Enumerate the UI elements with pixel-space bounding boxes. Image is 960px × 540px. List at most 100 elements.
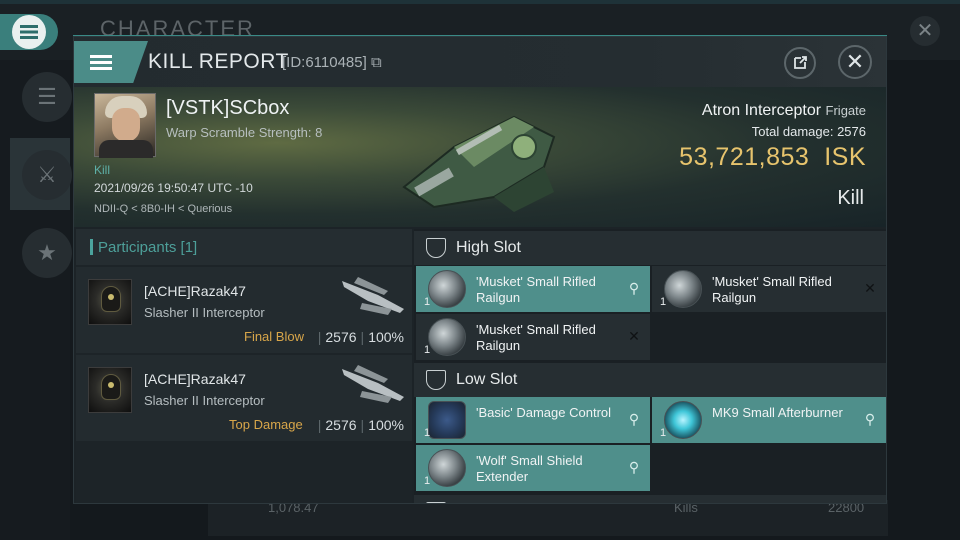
item-quantity: 1 [424, 475, 431, 487]
item-name: 'Musket' Small Rifled Railgun [476, 274, 596, 305]
participants-count: [1] [180, 239, 198, 256]
menu-button[interactable] [74, 41, 148, 83]
low-slot-label: Low Slot [456, 371, 518, 388]
item-name: 'Basic' Damage Control [476, 405, 612, 420]
low-slot-header: Low Slot [414, 363, 886, 397]
participant-damage: 2576 [325, 417, 357, 433]
dropped-icon: ⚲ [628, 411, 640, 427]
dropped-icon: ⚲ [628, 280, 640, 296]
kill-report-modal: KILL REPORT [ID:6110485] ⧉ ✕ [VSTK]SCbox… [73, 36, 887, 504]
crossed-swords-icon[interactable]: ⚔ [22, 150, 72, 200]
participant-ship: Slasher II Interceptor [144, 305, 265, 320]
report-id[interactable]: [ID:6110485] ⧉ [282, 54, 382, 71]
damage-control-icon [428, 401, 466, 439]
participant-name: [ACHE]Razak47 [144, 283, 246, 299]
copy-icon[interactable]: ⧉ [371, 54, 382, 71]
next-slot-header [414, 495, 886, 503]
high-slot-icon [426, 238, 446, 258]
high-slot-label: High Slot [456, 239, 521, 256]
shield-extender-icon [428, 449, 466, 487]
item-quantity: 1 [424, 296, 431, 308]
participant-name: [ACHE]Razak47 [144, 371, 246, 387]
total-damage-label: Total damage: [751, 124, 834, 139]
total-damage-value: 2576 [837, 124, 866, 139]
kill-tag: Kill [94, 163, 111, 177]
destroyed-icon: ✕ [864, 280, 876, 296]
participant-damage: 2576 [325, 329, 357, 345]
item-quantity: 1 [424, 344, 431, 356]
participant-row[interactable]: [ACHE]Razak47 Slasher II Interceptor Top… [76, 355, 412, 441]
fitting-panel: High Slot 1 'Musket' Small Rifled Railgu… [414, 229, 886, 503]
afterburner-icon [664, 401, 702, 439]
victim-portrait[interactable] [94, 93, 156, 158]
list-icon[interactable]: ☰ [22, 72, 72, 122]
participants-header-bar [90, 239, 93, 255]
participant-percent: 100% [368, 329, 404, 345]
ship-image [342, 277, 404, 315]
item-quantity: 1 [424, 427, 431, 439]
top-damage-tag: Top Damage [229, 417, 303, 432]
ship-image[interactable] [394, 97, 564, 217]
close-icon: ✕ [845, 49, 865, 74]
item-name: 'Musket' Small Rifled Railgun [712, 274, 832, 305]
star-icon[interactable]: ★ [22, 228, 72, 278]
background-bottom-bar: 1,078.47 Kills 22800 [208, 500, 888, 536]
victim-banner: [VSTK]SCbox Warp Scramble Strength: 8 Ki… [74, 87, 886, 227]
item-name: 'Musket' Small Rifled Railgun [476, 322, 596, 353]
slot-icon [426, 502, 446, 503]
kill-location[interactable]: NDII-Q < 8B0-IH < Querious [94, 203, 232, 215]
fitted-item[interactable]: 1 'Musket' Small Rifled Railgun ✕ [652, 266, 886, 312]
participant-row[interactable]: [ACHE]Razak47 Slasher II Interceptor Fin… [76, 267, 412, 353]
item-name: 'Wolf' Small Shield Extender [476, 453, 583, 484]
background-close-icon[interactable]: ✕ [910, 16, 940, 46]
avatar[interactable] [88, 279, 132, 325]
external-link-icon [794, 56, 807, 69]
result-label: Kill [837, 187, 864, 209]
item-quantity: 1 [660, 296, 667, 308]
hamburger-icon [90, 52, 112, 73]
participants-header: Participants [1] [76, 229, 412, 265]
report-id-text: [ID:6110485] [282, 54, 367, 71]
kill-date: 2021/09/26 19:50:47 UTC -10 [94, 181, 253, 195]
low-slot-icon [426, 370, 446, 390]
warp-scramble-strength: Warp Scramble Strength: 8 [166, 125, 323, 140]
isk-unit: ISK [824, 143, 866, 171]
fitted-item[interactable]: 1 'Musket' Small Rifled Railgun ⚲ [416, 266, 650, 312]
participant-ship: Slasher II Interceptor [144, 393, 265, 408]
background-sidebar [0, 60, 70, 540]
modal-header: KILL REPORT [ID:6110485] ⧉ ✕ [74, 37, 886, 87]
total-damage: Total damage: 2576 [752, 124, 866, 139]
railgun-icon [664, 270, 702, 308]
victim-name[interactable]: [VSTK]SCbox [166, 97, 289, 120]
victim-ship-class: Frigate [825, 103, 866, 118]
dropped-icon: ⚲ [628, 459, 640, 475]
fitted-item[interactable]: 1 MK9 Small Afterburner ⚲ [652, 397, 886, 443]
destroyed-icon: ✕ [628, 328, 640, 344]
fitted-item[interactable]: 1 'Wolf' Small Shield Extender ⚲ [416, 445, 650, 491]
isk-amount: 53,721,853 [679, 143, 810, 171]
final-blow-tag: Final Blow [244, 329, 304, 344]
ship-image [342, 365, 404, 403]
avatar[interactable] [88, 367, 132, 413]
share-button[interactable] [784, 47, 816, 79]
fitted-item[interactable]: 1 'Basic' Damage Control ⚲ [416, 397, 650, 443]
dropped-icon: ⚲ [864, 411, 876, 427]
participants-title: Participants [1] [98, 239, 197, 256]
high-slot-header: High Slot [414, 231, 886, 265]
railgun-icon [428, 270, 466, 308]
background-menu-button[interactable] [0, 14, 58, 50]
close-button[interactable]: ✕ [838, 45, 872, 79]
participant-percent: 100% [368, 417, 404, 433]
victim-ship-name: Atron Interceptor [701, 102, 822, 119]
isk-value: 53,721,853 ISK [679, 143, 866, 172]
participants-title-text: Participants [98, 239, 177, 256]
item-quantity: 1 [660, 427, 667, 439]
participant-stats: | 2576 | 100% [317, 417, 404, 433]
menu-icon [12, 15, 46, 49]
railgun-icon [428, 318, 466, 356]
victim-ship[interactable]: Atron Interceptor Frigate [702, 102, 866, 120]
page-title: KILL REPORT [148, 50, 289, 73]
fitted-item[interactable]: 1 'Musket' Small Rifled Railgun ✕ [416, 314, 650, 360]
item-name: MK9 Small Afterburner [712, 405, 843, 420]
participants-panel: Participants [1] [ACHE]Razak47 Slasher I… [76, 229, 412, 503]
